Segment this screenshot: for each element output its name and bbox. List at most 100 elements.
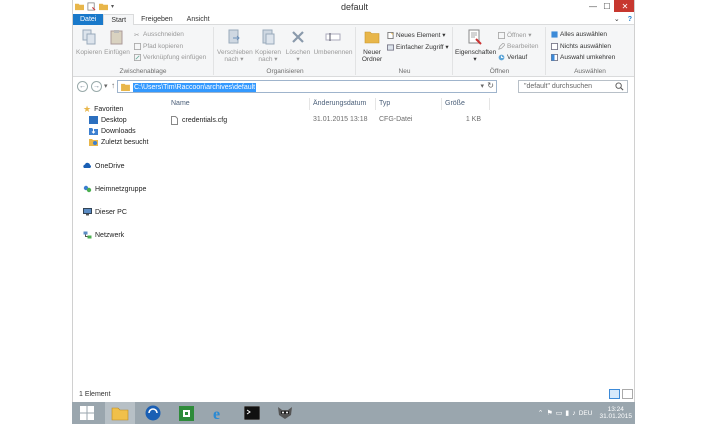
delete-label-1: Löschen: [285, 49, 311, 56]
refresh-icon[interactable]: ↻: [487, 81, 494, 90]
explorer-window: ▾ default — ☐ ✕ Datei Start Freigeben An…: [72, 0, 635, 424]
taskbar-explorer[interactable]: [105, 402, 135, 424]
column-separator[interactable]: [441, 98, 442, 110]
delete-x-icon: [292, 31, 304, 43]
windows-logo-icon: [80, 406, 94, 420]
move-to-button[interactable]: Verschieben nach ▾: [217, 29, 253, 63]
invert-selection-label: Auswahl umkehren: [560, 54, 616, 61]
tab-file[interactable]: Datei: [73, 14, 104, 25]
search-input[interactable]: "default" durchsuchen: [524, 83, 592, 90]
forward-button[interactable]: →: [91, 81, 102, 92]
search-box[interactable]: "default" durchsuchen: [518, 80, 628, 93]
column-header-date[interactable]: Änderungsdatum: [313, 100, 366, 107]
edit-icon: [498, 43, 505, 50]
network-signal-icon[interactable]: ▮: [565, 409, 569, 417]
new-item-button[interactable]: Neues Element ▾: [387, 31, 446, 39]
close-button[interactable]: ✕: [614, 0, 634, 12]
properties-button[interactable]: Eigenschaften ▾: [455, 29, 496, 63]
column-separator[interactable]: [309, 98, 310, 110]
flag-icon[interactable]: ⚑: [546, 409, 552, 417]
start-button[interactable]: [72, 402, 102, 424]
language-indicator[interactable]: DEU: [579, 410, 593, 417]
back-button[interactable]: ←: [77, 81, 88, 92]
clock-date: 31.01.2015: [599, 413, 632, 420]
select-none-button[interactable]: Nichts auswählen: [551, 43, 611, 50]
copy-path-button[interactable]: Pfad kopieren: [134, 43, 183, 50]
column-separator[interactable]: [375, 98, 376, 110]
up-button[interactable]: ↑: [111, 81, 115, 90]
rename-label: Umbenennen: [313, 49, 353, 56]
nav-desktop-label: Desktop: [101, 116, 127, 124]
open-label: Öffnen ▾: [507, 32, 532, 39]
help-icon[interactable]: ?: [624, 14, 634, 25]
internet-explorer-icon: e: [213, 406, 220, 421]
copy-to-button[interactable]: Kopieren nach ▾: [253, 29, 283, 63]
network-icon: [83, 231, 92, 239]
address-path[interactable]: C:\Users\Tim\Raccoon\archives\default: [133, 83, 257, 92]
scissors-icon: ✂: [134, 32, 140, 39]
invert-selection-button[interactable]: Auswahl umkehren: [551, 54, 615, 61]
group-clipboard: Kopieren Einfügen ✂ Ausschneiden Pfad ko…: [73, 27, 214, 75]
large-icons-view-button[interactable]: [622, 389, 633, 399]
chevron-up-icon[interactable]: ⌃: [538, 409, 544, 417]
volume-icon[interactable]: ♪: [572, 410, 576, 417]
file-name-cell[interactable]: credentials.cfg: [171, 116, 227, 125]
nav-homegroup[interactable]: Heimnetzgruppe: [83, 185, 146, 193]
minimize-button[interactable]: —: [586, 0, 600, 12]
column-separator[interactable]: [489, 98, 490, 110]
ribbon-expand-button[interactable]: ⌄: [610, 14, 624, 25]
taskbar-app-green[interactable]: [171, 402, 201, 424]
copy-button[interactable]: Kopieren: [75, 29, 103, 56]
cut-button[interactable]: ✂ Ausschneiden: [134, 31, 184, 39]
taskbar-app-blue[interactable]: [138, 402, 168, 424]
column-header-size[interactable]: Größe: [445, 100, 465, 107]
taskbar-raccoon-app[interactable]: [270, 402, 300, 424]
move-to-label-2: nach ▾: [224, 56, 244, 63]
open-button[interactable]: Öffnen ▾: [498, 31, 531, 39]
file-row[interactable]: credentials.cfg 31.01.2015 13:18 CFG-Dat…: [167, 114, 627, 126]
folder-icon: [121, 83, 130, 91]
nav-downloads[interactable]: Downloads: [89, 127, 136, 135]
navigation-bar: ← → ▾ ↑ C:\Users\Tim\Raccoon\archives\de…: [73, 80, 634, 94]
search-icon[interactable]: [615, 82, 624, 91]
copy-to-icon: [262, 29, 275, 45]
paste-shortcut-button[interactable]: Verknüpfung einfügen: [134, 54, 206, 61]
group-select: Alles auswählen Nichts auswählen Auswahl…: [547, 27, 633, 75]
nav-onedrive[interactable]: OneDrive: [83, 162, 125, 170]
select-all-button[interactable]: Alles auswählen: [551, 31, 607, 38]
taskbar-command-prompt[interactable]: [237, 402, 267, 424]
nav-desktop[interactable]: Desktop: [89, 116, 127, 124]
address-dropdown-icon[interactable]: ▾: [480, 82, 484, 90]
clock[interactable]: 13:24 31.01.2015: [599, 406, 632, 420]
tab-view[interactable]: Ansicht: [180, 14, 217, 25]
nav-this-pc[interactable]: Dieser PC: [83, 208, 127, 216]
nav-downloads-label: Downloads: [101, 127, 136, 135]
homegroup-icon: [83, 185, 92, 193]
tab-share[interactable]: Freigeben: [134, 14, 180, 25]
taskbar-internet-explorer[interactable]: e: [204, 402, 234, 424]
delete-button[interactable]: Löschen ▾: [285, 29, 311, 63]
column-header-name[interactable]: Name: [171, 100, 190, 107]
status-item-count: 1 Element: [79, 391, 111, 398]
easy-access-button[interactable]: Einfacher Zugriff ▾: [387, 43, 449, 51]
edit-label: Bearbeiten: [507, 43, 539, 50]
recent-locations-button[interactable]: ▾: [104, 82, 108, 90]
display-icon[interactable]: ▭: [556, 409, 563, 417]
new-folder-button[interactable]: Neuer Ordner: [359, 29, 385, 63]
window-title: default: [340, 2, 369, 12]
column-header-type[interactable]: Typ: [379, 100, 390, 107]
paste-button[interactable]: Einfügen: [103, 29, 131, 56]
maximize-button[interactable]: ☐: [600, 0, 614, 12]
nav-network[interactable]: Netzwerk: [83, 231, 124, 239]
select-all-icon: [551, 31, 558, 38]
history-button[interactable]: Verlauf: [498, 54, 527, 61]
details-view-button[interactable]: [609, 389, 620, 399]
nav-favorites[interactable]: ★ Favoriten: [83, 104, 123, 115]
title-bar: ▾ default — ☐ ✕: [73, 0, 634, 14]
rename-button[interactable]: Umbenennen: [313, 29, 353, 56]
history-icon: [498, 54, 505, 61]
rename-icon: [325, 33, 341, 41]
edit-button[interactable]: Bearbeiten: [498, 43, 538, 50]
address-bar[interactable]: C:\Users\Tim\Raccoon\archives\default ▾ …: [117, 80, 497, 93]
nav-recent[interactable]: Zuletzt besucht: [89, 138, 148, 146]
